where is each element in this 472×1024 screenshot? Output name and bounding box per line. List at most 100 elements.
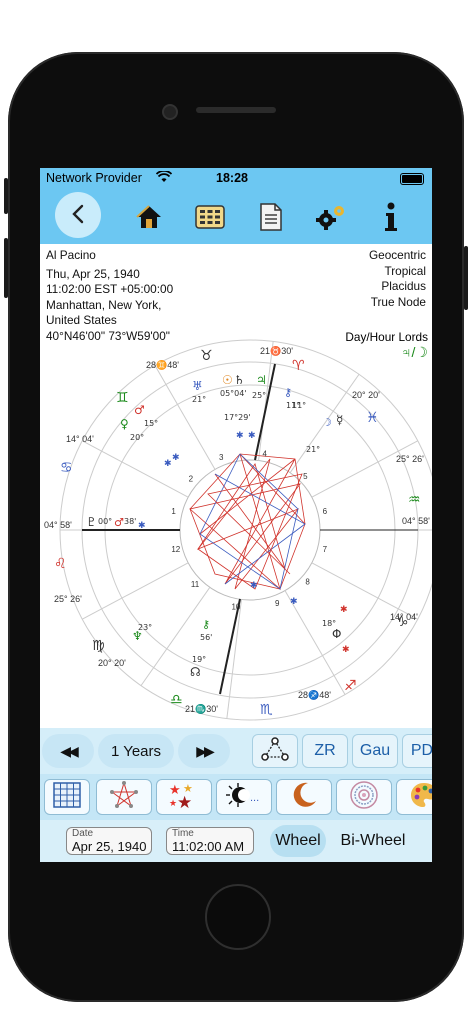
- date-field[interactable]: Date Apr 25, 1940: [66, 827, 152, 855]
- eclipse-button[interactable]: ...: [216, 779, 272, 815]
- cusp-dsc-label: 04° 58': [402, 516, 430, 526]
- carrier-label: Network Provider: [46, 171, 142, 185]
- setting-zodiac: Tropical: [384, 263, 426, 278]
- aspect-marker: ✱: [172, 452, 180, 462]
- pd-label: PD: [410, 742, 432, 759]
- sign-gemini: ♊: [116, 390, 129, 406]
- palette-button[interactable]: [396, 779, 432, 815]
- step-size-button[interactable]: 1 Years: [98, 734, 174, 768]
- bi-wheel-tab[interactable]: Bi-Wheel: [334, 825, 412, 857]
- sign-libra: ♎: [170, 692, 183, 708]
- pluto-degree: 00°: [98, 517, 112, 526]
- aspect-pattern-button[interactable]: [252, 734, 298, 768]
- ic-axis: [219, 598, 241, 695]
- planet-neptune: ♆23°: [132, 623, 152, 643]
- moon-phase-button[interactable]: [276, 779, 332, 815]
- home-button[interactable]: [205, 884, 271, 950]
- saturn-glyph: ♄: [234, 373, 245, 387]
- planet-pluto: ♇ 00°: [86, 515, 112, 529]
- bi-wheel-tab-label: Bi-Wheel: [340, 832, 406, 849]
- wheel-tab[interactable]: Wheel: [270, 825, 326, 857]
- jupiter-degree: 25°: [252, 391, 266, 400]
- sun-degree: 05°04': [220, 389, 247, 398]
- planet-part-fortune: Φ18°: [322, 619, 341, 641]
- planet-uranus: ♅ 21°: [192, 379, 206, 404]
- status-bar: Network Provider 18:28: [40, 168, 432, 190]
- house-number: 7: [323, 545, 328, 554]
- planet-mars-2: ♂ 38': [114, 516, 136, 529]
- neptune-degree: 23°: [138, 623, 152, 632]
- aspect-marker: ✱: [138, 520, 146, 530]
- battery-icon: [400, 173, 424, 185]
- uranus-glyph: ♅: [192, 379, 203, 393]
- house-cusp-line: [226, 599, 242, 719]
- side-button-left-2: [4, 238, 8, 298]
- time-field[interactable]: Time 11:02:00 AM: [166, 827, 254, 855]
- aspect-marker: ✱: [250, 580, 258, 590]
- native-name: Al Pacino: [46, 248, 96, 262]
- aspect-star-button[interactable]: [96, 779, 152, 815]
- moon-phase-icon: [289, 780, 319, 815]
- settings-gears-icon[interactable]: [314, 200, 348, 234]
- calendar-grid-icon[interactable]: [193, 200, 227, 234]
- cusp-5-label: 28♐48': [298, 689, 331, 700]
- bottom-bar: Date Apr 25, 1940 Time 11:02:00 AM Wheel…: [40, 820, 432, 862]
- rewind-button[interactable]: ◀◀: [42, 734, 94, 768]
- sign-taurus: ♉: [200, 348, 213, 364]
- jupiter-glyph: ♃: [256, 373, 267, 387]
- sign-virgo: ♍: [92, 638, 105, 654]
- fortune-glyph: Φ: [332, 627, 341, 641]
- aspect-marker: ✱: [236, 430, 244, 440]
- venus-degree: 20°: [130, 433, 144, 442]
- chiron-glyph: ⚷: [284, 386, 292, 399]
- house-number: 1: [171, 507, 176, 516]
- house-number: 4: [263, 450, 268, 459]
- pd-button[interactable]: PD: [402, 734, 432, 768]
- clock: 18:28: [216, 171, 248, 185]
- node-degree: 19°: [192, 655, 206, 664]
- aspect-star-icon: [109, 780, 139, 815]
- mercury-degree: 11°: [292, 401, 306, 410]
- toolbar: [40, 190, 432, 244]
- back-button[interactable]: [55, 192, 101, 238]
- chart-settings: Geocentric Tropical Placidus True Node: [369, 248, 426, 310]
- house-cusp-line: [311, 562, 418, 620]
- zr-button[interactable]: ZR: [302, 734, 348, 768]
- mandala-button[interactable]: [336, 779, 392, 815]
- aspect-pattern-icon: [260, 736, 290, 766]
- mars-2-degree: 38': [124, 517, 136, 526]
- date-field-value: Apr 25, 1940: [72, 839, 147, 854]
- mars-degree: 15°: [144, 419, 158, 428]
- planet-chiron-2: ⚷ 56': [200, 618, 212, 642]
- cusp-11-label: 28♊48': [146, 359, 179, 370]
- stars-button[interactable]: ★ ★ ★ ★: [156, 779, 212, 815]
- mars-2-glyph: ♂: [114, 516, 124, 529]
- mercury-glyph: ☿: [336, 413, 343, 427]
- house-cusp-line: [284, 590, 346, 695]
- sign-leo: ♌: [54, 556, 67, 572]
- grid-button[interactable]: [44, 779, 90, 815]
- info-icon[interactable]: [374, 200, 408, 234]
- earpiece-speaker: [196, 107, 276, 113]
- aspect-markers: ✱ ✱ ✱ ✱ ✱ ✱ ✱ ✱ ✱: [138, 430, 350, 654]
- time-field-value: 11:02:00 AM: [172, 839, 245, 854]
- natal-wheel[interactable]: 123 456789101112 ♈ ♉ ♊ ♋ ♌ ♍ ♎ ♏ ♐ ♑ ♒ ♓ …: [40, 334, 432, 724]
- home-icon[interactable]: [132, 200, 166, 234]
- native-date: Thu, Apr 25, 1940: [46, 266, 140, 281]
- house-number: 10: [231, 602, 240, 611]
- mars-glyph: ♂: [134, 403, 145, 417]
- aspect-marker: ✱: [290, 596, 298, 606]
- step-size-label: 1 Years: [110, 742, 162, 760]
- stars-icon: ★ ★ ★ ★: [167, 780, 201, 815]
- gau-button[interactable]: Gau: [352, 734, 398, 768]
- document-icon[interactable]: [254, 200, 288, 234]
- forward-button[interactable]: ▶▶: [178, 734, 230, 768]
- aspect-marker: ✱: [342, 644, 350, 654]
- planet-glyphs: ♅ 21° ♂ 15° ♀20° ☉ 05°04' ♄ 17°29' ♃ 25° ♆23°…: [86, 373, 343, 679]
- grid-icon: [53, 781, 81, 813]
- chiron-2-glyph: ⚷: [202, 618, 210, 631]
- uranus-degree: 21°: [192, 395, 206, 404]
- aspect-marker: ✱: [164, 458, 172, 468]
- house-cusp-line: [82, 440, 189, 498]
- side-button-left: [4, 178, 8, 214]
